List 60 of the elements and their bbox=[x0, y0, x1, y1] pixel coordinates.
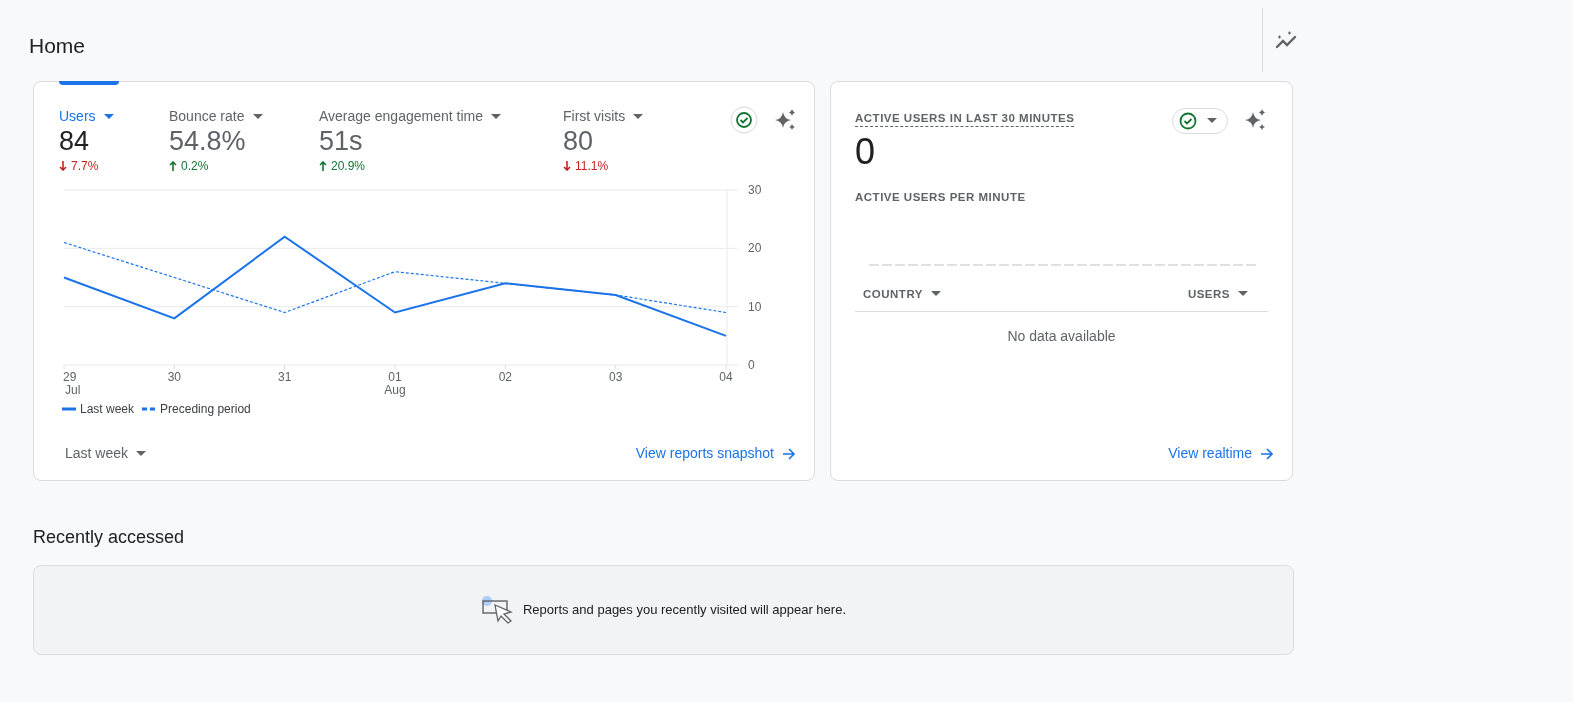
metric-tab[interactable]: Bounce rate bbox=[169, 106, 263, 127]
y-tick-label: 20 bbox=[748, 241, 762, 256]
y-tick-label: 0 bbox=[748, 358, 755, 372]
metric-change: 11.1% bbox=[563, 156, 609, 175]
x-tick-label: 04 bbox=[719, 370, 733, 384]
legend-label: Preceding period bbox=[160, 401, 251, 418]
x-tick-label: 31 bbox=[278, 370, 292, 384]
metric-value: 80 bbox=[563, 127, 594, 157]
insights-icon[interactable] bbox=[1275, 30, 1299, 51]
empty-table-message: No data available bbox=[1006, 326, 1117, 346]
status-dropdown[interactable] bbox=[1172, 108, 1228, 134]
arrow-right-icon bbox=[782, 446, 796, 461]
check-circle-icon bbox=[1179, 112, 1197, 130]
metric-tab[interactable]: Average engagement time bbox=[319, 106, 501, 127]
caret-icon bbox=[490, 113, 501, 120]
y-tick-label: 30 bbox=[748, 183, 762, 197]
metric-change: 20.9% bbox=[319, 156, 366, 175]
period-dropdown[interactable]: Last week bbox=[65, 443, 147, 464]
metric-value: 51s bbox=[319, 127, 363, 157]
arrow-right-icon bbox=[1260, 446, 1274, 461]
metric-change: 0.2% bbox=[169, 156, 209, 175]
arrow-up-icon bbox=[319, 160, 327, 171]
view-realtime-link[interactable]: View realtime bbox=[1168, 443, 1274, 464]
legend-line-icon bbox=[62, 407, 76, 411]
caret-icon bbox=[633, 113, 644, 120]
x-tick-label: 01 Aug bbox=[384, 370, 406, 397]
caret-icon bbox=[252, 113, 263, 120]
x-tick-label: 29 Jul bbox=[63, 370, 81, 397]
section-title: Recently accessed bbox=[33, 526, 185, 549]
metric-tab[interactable]: Users bbox=[59, 106, 114, 127]
metric-tab[interactable]: First visits bbox=[563, 106, 644, 127]
empty-recent-message: Reports and pages you recently visited will appear here. bbox=[523, 601, 846, 620]
sparkle-icon[interactable] bbox=[774, 108, 798, 132]
caret-icon bbox=[1238, 291, 1248, 298]
legend-label: Last week bbox=[80, 401, 135, 418]
x-tick-label: 30 bbox=[167, 370, 181, 384]
caret-icon bbox=[1207, 118, 1217, 124]
metric-value: 54.8% bbox=[169, 127, 246, 157]
column-header[interactable]: COUNTRY bbox=[863, 285, 941, 303]
arrow-down-icon bbox=[59, 160, 67, 171]
view-reports-snapshot-link[interactable]: View reports snapshot bbox=[635, 443, 796, 464]
caret-icon bbox=[930, 291, 941, 298]
column-header[interactable]: USERS bbox=[1187, 285, 1248, 303]
cursor-window-icon bbox=[481, 596, 515, 624]
realtime-title: ACTIVE USERS IN LAST 30 MINUTES bbox=[855, 112, 1075, 127]
caret-icon bbox=[136, 450, 147, 457]
legend-line-icon bbox=[142, 407, 157, 411]
metric-value: 84 bbox=[59, 127, 90, 157]
check-circle-icon[interactable] bbox=[730, 106, 758, 134]
x-tick-label: 03 bbox=[609, 370, 623, 384]
caret-icon bbox=[103, 113, 114, 120]
sparkle-icon[interactable] bbox=[1244, 108, 1268, 132]
x-tick-label: 02 bbox=[498, 370, 512, 384]
chart-subtitle: ACTIVE USERS PER MINUTE bbox=[855, 190, 1026, 206]
metric-change: 7.7% bbox=[59, 156, 99, 175]
arrow-down-icon bbox=[563, 160, 571, 171]
page-title: Home bbox=[29, 33, 86, 59]
y-tick-label: 10 bbox=[748, 299, 762, 314]
arrow-up-icon bbox=[169, 160, 177, 171]
active-users-count: 0 bbox=[855, 131, 877, 172]
